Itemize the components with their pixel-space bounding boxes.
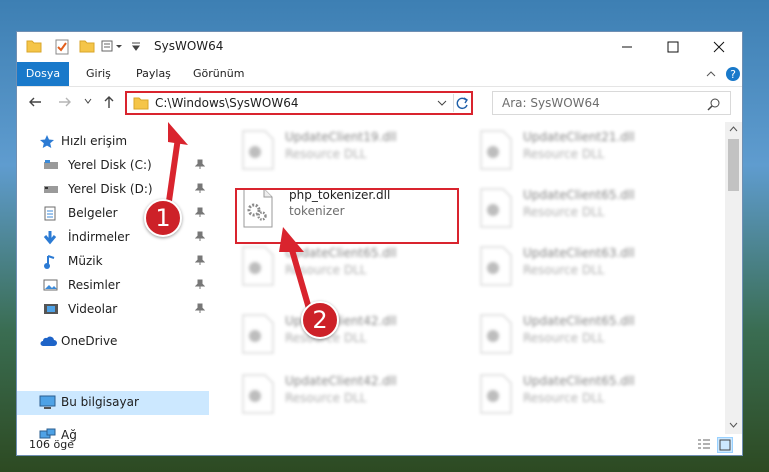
step-1-badge: 1	[144, 199, 182, 237]
step-2-badge: 2	[301, 301, 339, 339]
annotation-arrows	[165, 122, 313, 313]
